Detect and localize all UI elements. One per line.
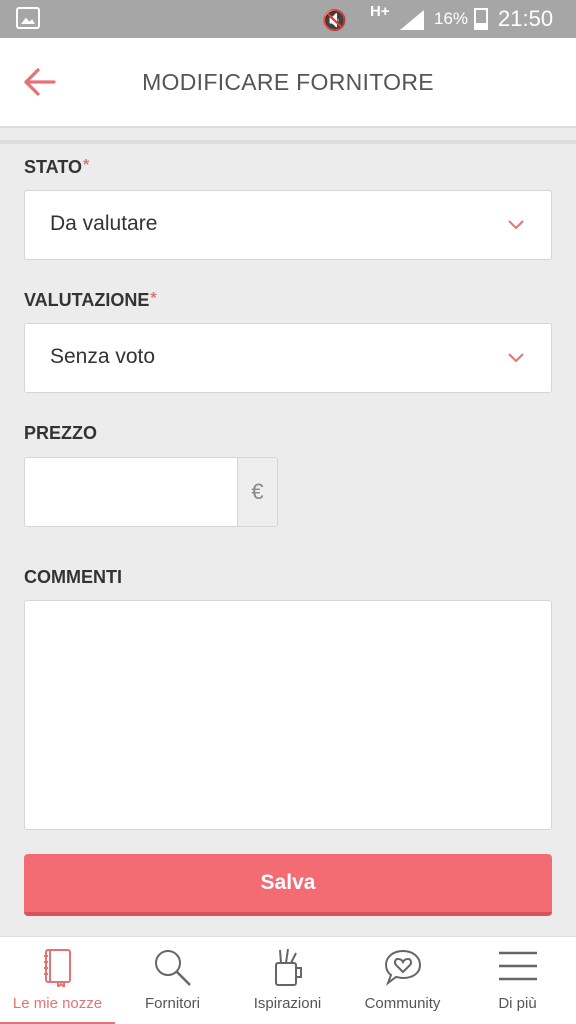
status-bar: 🔇 H+ 16% 21:50 xyxy=(0,0,576,38)
nav-item-le-mie-nozze[interactable]: Le mie nozze xyxy=(0,937,115,1024)
nav-item-fornitori[interactable]: Fornitori xyxy=(115,937,230,1024)
nav-item-community[interactable]: Community xyxy=(345,937,460,1024)
battery-percent: 16% xyxy=(434,9,469,28)
signal-icon xyxy=(400,10,424,30)
nav-item-ispirazioni[interactable]: Ispirazioni xyxy=(230,937,345,1024)
nav-label: Fornitori xyxy=(144,995,200,1012)
gallery-icon xyxy=(16,7,40,29)
search-icon xyxy=(154,950,191,986)
stato-label: STATO* xyxy=(24,157,90,177)
stato-value: Da valutare xyxy=(50,212,158,235)
commenti-label: COMMENTI xyxy=(24,567,122,587)
mute-icon: 🔇 xyxy=(322,10,347,32)
nav-label: Ispirazioni xyxy=(253,995,322,1012)
notebook-icon xyxy=(43,949,71,987)
commenti-textarea[interactable] xyxy=(24,600,552,830)
page-title: MODIFICARE FORNITORE xyxy=(142,69,434,95)
valutazione-value: Senza voto xyxy=(50,345,156,368)
network-indicator: H+ xyxy=(370,3,390,20)
bottom-nav: Le mie nozze Fornitori Ispirazioni Commu… xyxy=(0,936,576,1024)
nav-item-di-piu[interactable]: Di più xyxy=(460,937,575,1024)
nav-label: Di più xyxy=(498,995,537,1012)
pencil-cup-icon xyxy=(274,948,302,986)
menu-icon xyxy=(498,951,537,981)
required-mark: * xyxy=(83,157,90,174)
valutazione-select[interactable]: Senza voto xyxy=(24,323,552,393)
divider xyxy=(0,140,576,144)
nav-label: Community xyxy=(364,995,441,1012)
battery-icon xyxy=(474,8,488,30)
required-mark: * xyxy=(150,290,157,307)
chevron-down-icon xyxy=(508,353,524,363)
app-header: MODIFICARE FORNITORE xyxy=(0,38,576,128)
clock: 21:50 xyxy=(498,6,554,31)
valutazione-label: VALUTAZIONE* xyxy=(24,290,157,310)
prezzo-field: € xyxy=(24,457,278,527)
stato-select[interactable]: Da valutare xyxy=(24,190,552,260)
chat-heart-icon xyxy=(384,949,421,986)
euro-icon: € xyxy=(237,458,277,526)
save-button[interactable]: Salva xyxy=(24,854,552,916)
prezzo-input[interactable] xyxy=(25,458,237,526)
nav-label: Le mie nozze xyxy=(12,995,103,1012)
prezzo-label: PREZZO xyxy=(24,423,98,443)
chevron-down-icon xyxy=(508,220,524,230)
